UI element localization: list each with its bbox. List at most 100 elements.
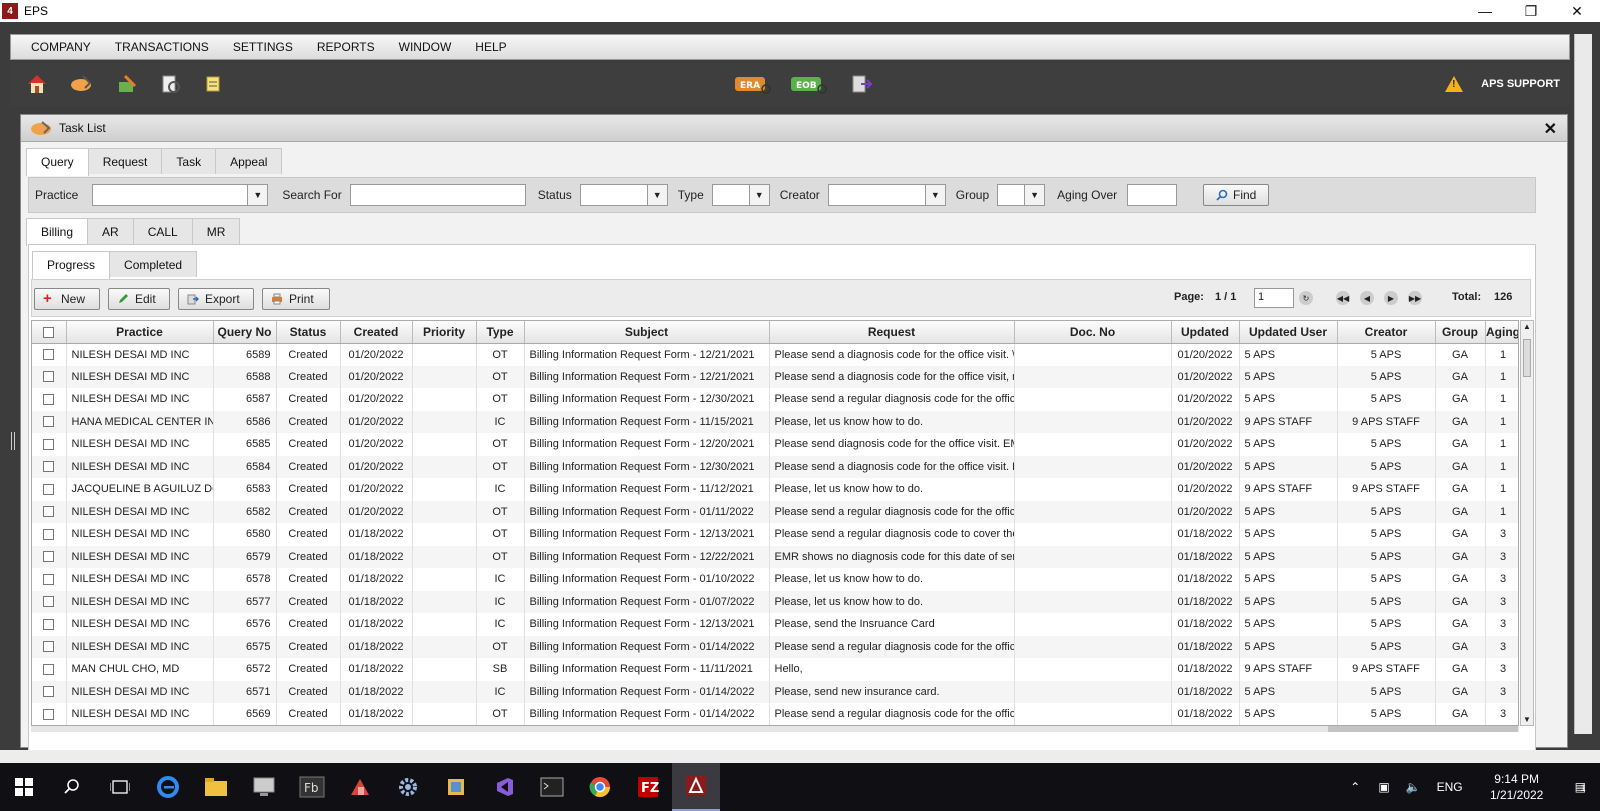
col-aging[interactable]: Aging xyxy=(1485,321,1518,344)
menu-help[interactable]: HELP xyxy=(463,40,518,54)
settings-gear-icon[interactable] xyxy=(384,763,432,811)
logout-icon[interactable] xyxy=(848,71,874,97)
row-checkbox[interactable] xyxy=(43,483,55,495)
visual-studio-icon[interactable] xyxy=(480,763,528,811)
menu-reports[interactable]: REPORTS xyxy=(305,40,387,54)
table-horizontal-scrollbar[interactable] xyxy=(31,726,1519,732)
row-select-cell[interactable] xyxy=(32,478,67,501)
row-checkbox[interactable] xyxy=(43,708,55,720)
aging-over-input[interactable] xyxy=(1127,184,1178,206)
clock[interactable]: 9:14 PM 1/21/2022 xyxy=(1477,771,1557,803)
tab-call[interactable]: CALL xyxy=(132,218,193,244)
tab-request[interactable]: Request xyxy=(87,148,163,174)
table-row[interactable]: MAN CHUL CHO, MD 6572 Created 01/18/2022 SB B… xyxy=(32,658,1518,681)
col-query-no[interactable]: Query No xyxy=(213,321,277,344)
print-button[interactable]: Print xyxy=(262,288,330,310)
row-checkbox[interactable] xyxy=(43,438,55,450)
row-select-cell[interactable] xyxy=(32,680,67,703)
row-select-cell[interactable] xyxy=(32,388,67,411)
table-row[interactable]: NILESH DESAI MD INC 6571 Created 01/18/2022… xyxy=(32,680,1518,703)
go-page-icon[interactable]: ↻ xyxy=(1299,291,1313,305)
creator-select[interactable]: ▼ xyxy=(827,184,946,206)
table-row[interactable]: NILESH DESAI MD INC 6576 Created 01/18/2022… xyxy=(32,613,1518,636)
language-indicator[interactable]: ENG xyxy=(1437,780,1463,794)
file-explorer-icon[interactable] xyxy=(192,763,240,811)
tab-appeal[interactable]: Appeal xyxy=(215,148,283,174)
table-row[interactable]: NILESH DESAI MD INC 6587 Created 01/20/2022… xyxy=(32,388,1518,411)
row-select-cell[interactable] xyxy=(32,500,67,523)
scroll-down-icon[interactable]: ▼ xyxy=(1523,715,1531,724)
status-select[interactable]: ▼ xyxy=(579,184,668,206)
tab-ar[interactable]: AR xyxy=(87,218,134,244)
menu-window[interactable]: WINDOW xyxy=(387,40,464,54)
export-button[interactable]: Export xyxy=(178,288,254,310)
search-icon[interactable] xyxy=(48,763,96,811)
row-select-cell[interactable] xyxy=(32,523,67,546)
firebird-icon[interactable]: Fb xyxy=(288,763,336,811)
scroll-thumb[interactable] xyxy=(1523,339,1531,377)
page-number-input[interactable]: 1 xyxy=(1254,288,1294,308)
eps-app-taskbar-icon[interactable] xyxy=(672,763,720,811)
chevron-down-icon[interactable]: ▼ xyxy=(646,185,667,205)
group-select[interactable]: ▼ xyxy=(997,184,1046,206)
table-row[interactable]: NILESH DESAI MD INC 6589 Created 01/20/2022… xyxy=(32,343,1518,366)
tab-mr[interactable]: MR xyxy=(191,218,241,244)
row-select-cell[interactable] xyxy=(32,455,67,478)
new-button[interactable]: + New xyxy=(34,288,100,310)
col-status[interactable]: Status xyxy=(276,321,341,344)
menu-settings[interactable]: SETTINGS xyxy=(221,40,305,54)
close-button[interactable]: ✕ xyxy=(1554,0,1600,22)
search-document-icon[interactable] xyxy=(158,71,184,97)
row-checkbox[interactable] xyxy=(43,393,55,405)
chevron-down-icon[interactable]: ▼ xyxy=(247,185,268,205)
chevron-down-icon[interactable]: ▼ xyxy=(1024,185,1045,205)
table-row[interactable]: NILESH DESAI MD INC 6588 Created 01/20/2022… xyxy=(32,365,1518,388)
col-creator[interactable]: Creator xyxy=(1337,321,1436,344)
row-select-cell[interactable] xyxy=(32,613,67,636)
prev-page-icon[interactable]: ◀ xyxy=(1360,291,1374,305)
internet-explorer-icon[interactable] xyxy=(144,763,192,811)
table-row[interactable]: NILESH DESAI MD INC 6582 Created 01/20/2022… xyxy=(32,500,1518,523)
row-checkbox[interactable] xyxy=(43,663,55,675)
col-updated-user[interactable]: Updated User xyxy=(1239,321,1338,344)
last-page-icon[interactable]: ▶▶ xyxy=(1408,291,1422,305)
table-row[interactable]: NILESH DESAI MD INC 6575 Created 01/18/2022… xyxy=(32,635,1518,658)
database-tool-icon[interactable] xyxy=(432,763,480,811)
edit-button[interactable]: Edit xyxy=(108,288,170,310)
select-all-checkbox[interactable] xyxy=(43,327,55,339)
menu-company[interactable]: COMPANY xyxy=(19,40,103,54)
row-select-cell[interactable] xyxy=(32,343,67,366)
col-practice[interactable]: Practice xyxy=(66,321,214,344)
era-search-icon[interactable]: ERA xyxy=(734,71,774,97)
table-row[interactable]: NILESH DESAI MD INC 6578 Created 01/18/2022… xyxy=(32,568,1518,591)
col-created[interactable]: Created xyxy=(340,321,413,344)
search-for-input[interactable] xyxy=(349,184,526,206)
chevron-down-icon[interactable]: ▼ xyxy=(924,185,945,205)
chrome-icon[interactable] xyxy=(576,763,624,811)
row-checkbox[interactable] xyxy=(43,641,55,653)
find-button[interactable]: Find xyxy=(1203,184,1270,206)
scroll-up-icon[interactable]: ▲ xyxy=(1523,322,1531,331)
start-button[interactable] xyxy=(0,763,48,811)
col-priority[interactable]: Priority xyxy=(412,321,477,344)
task-view-icon[interactable] xyxy=(96,763,144,811)
home-icon[interactable] xyxy=(24,71,50,97)
row-checkbox[interactable] xyxy=(43,416,55,428)
outer-scrollbar[interactable] xyxy=(1574,34,1592,734)
next-page-icon[interactable]: ▶ xyxy=(1384,291,1398,305)
tab-billing[interactable]: Billing xyxy=(26,218,89,246)
hscroll-thumb[interactable] xyxy=(1328,726,1518,732)
row-checkbox[interactable] xyxy=(43,618,55,630)
remote-desktop-icon[interactable] xyxy=(240,763,288,811)
tab-query[interactable]: Query xyxy=(26,148,89,176)
table-row[interactable]: JACQUELINE B AGUILUZ DO 6583 Created 01/20/… xyxy=(32,478,1518,501)
row-select-cell[interactable] xyxy=(32,703,67,725)
col-doc-no[interactable]: Doc. No xyxy=(1014,321,1172,344)
chevron-down-icon[interactable]: ▼ xyxy=(748,185,769,205)
close-icon[interactable]: ✕ xyxy=(1544,119,1557,139)
type-select[interactable]: ▼ xyxy=(711,184,770,206)
paint-tool-icon[interactable] xyxy=(336,763,384,811)
task-list-icon[interactable] xyxy=(68,71,94,97)
col-subject[interactable]: Subject xyxy=(524,321,770,344)
tab-progress[interactable]: Progress xyxy=(32,251,111,279)
